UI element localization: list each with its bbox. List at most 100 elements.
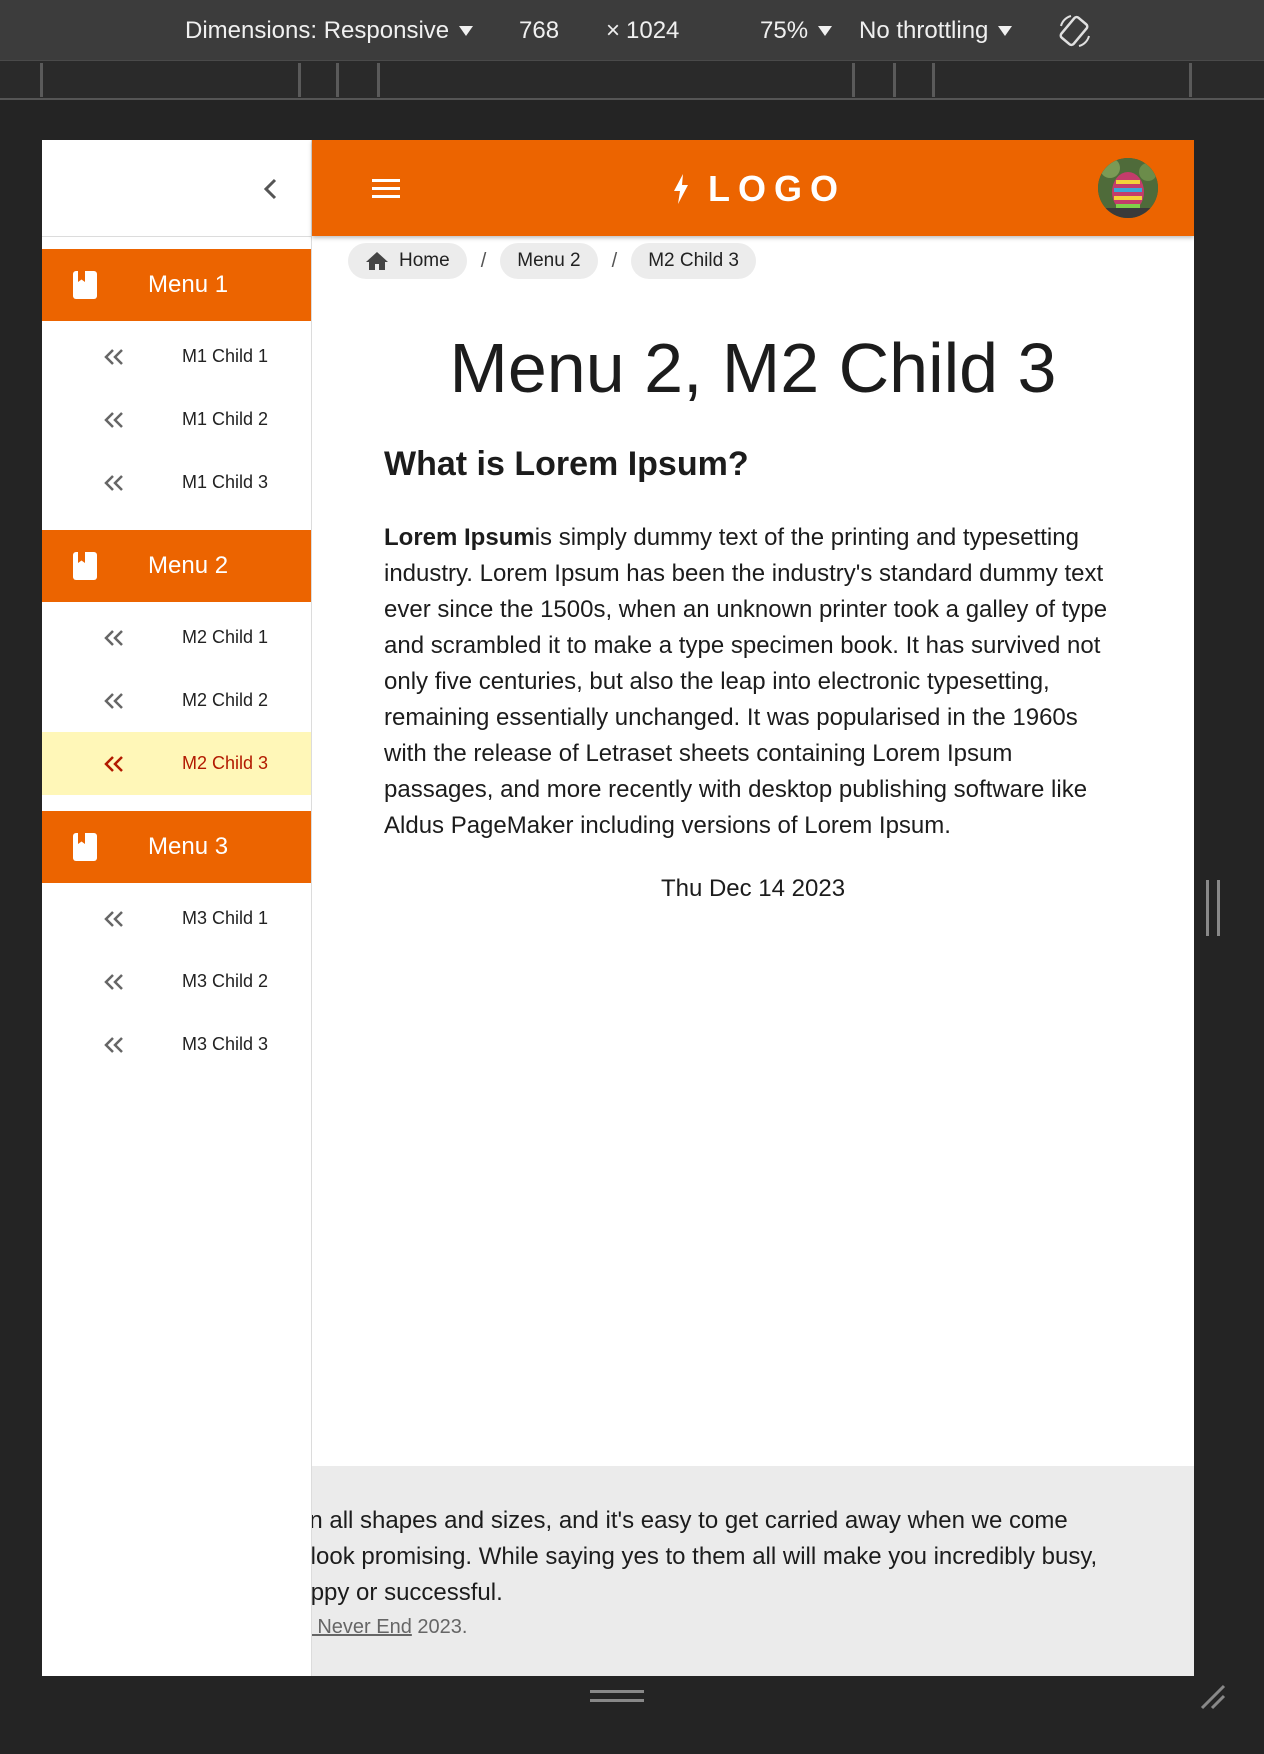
- throttling-label: No throttling: [859, 17, 989, 44]
- menu-child-label: M2 Child 3: [182, 753, 269, 773]
- menu-child-label: M1 Child 2: [182, 409, 269, 429]
- times-icon: ×: [606, 17, 621, 44]
- menu-label: Menu 3: [148, 833, 229, 860]
- bolt-icon: [674, 174, 688, 204]
- rotate-button[interactable]: [1057, 12, 1093, 50]
- menu-child-label: M3 Child 1: [182, 908, 269, 928]
- menu-child-label: M3 Child 2: [182, 971, 269, 991]
- zoom-dropdown[interactable]: 75%: [760, 17, 833, 45]
- corner-resize-icon[interactable]: [1196, 1680, 1228, 1712]
- section-heading: What is Lorem Ipsum?: [384, 445, 749, 483]
- double-chevron-left-icon: [104, 910, 123, 927]
- media-query-ruler: [0, 60, 1264, 100]
- breadcrumb-item-label: M2 Child 3: [648, 250, 740, 271]
- menu-group-2: Menu 2 M2 Child 1 M2 Child 2 M2 Child 3: [42, 530, 311, 799]
- paragraph-bold-lead: Lorem Ipsum: [384, 524, 535, 551]
- chevron-left-icon[interactable]: [260, 176, 282, 202]
- double-chevron-left-icon: [104, 755, 123, 772]
- menu-child-m3-3[interactable]: M3 Child 3: [42, 1013, 311, 1076]
- ruler-tick: [336, 63, 339, 97]
- caret-down-icon: [818, 26, 833, 36]
- double-chevron-left-icon: [104, 474, 123, 491]
- ruler-tick: [852, 63, 855, 97]
- menu-child-m1-2[interactable]: M1 Child 2: [42, 388, 311, 451]
- breadcrumb-separator: /: [611, 249, 618, 272]
- bookmark-book-icon: [72, 270, 98, 300]
- caret-down-icon: [998, 26, 1013, 36]
- menu-child-m1-3[interactable]: M1 Child 3: [42, 451, 311, 514]
- double-chevron-left-icon: [104, 692, 123, 709]
- footer-credit: am Never End 2023.: [312, 1616, 467, 1639]
- footer-line: e in all shapes and sizes, and it's easy…: [312, 1507, 1068, 1534]
- bookmark-book-icon: [72, 551, 98, 581]
- double-chevron-left-icon: [104, 348, 123, 365]
- ruler-tick: [377, 63, 380, 97]
- double-chevron-left-icon: [104, 629, 123, 646]
- menu-child-m2-1[interactable]: M2 Child 1: [42, 606, 311, 669]
- ruler-tick: [298, 63, 301, 97]
- throttling-dropdown[interactable]: No throttling: [859, 17, 1013, 45]
- width-value: 768: [519, 17, 560, 44]
- side-resize-handle[interactable]: [1206, 880, 1220, 936]
- breadcrumb-item-label: Menu 2: [517, 250, 581, 271]
- menu-header-3[interactable]: Menu 3: [42, 811, 311, 883]
- paragraph-text: is simply dummy text of the printing and…: [384, 524, 1108, 839]
- home-icon: [366, 252, 388, 270]
- menu-child-m3-2[interactable]: M3 Child 2: [42, 950, 311, 1013]
- date-text: Thu Dec 14 2023: [660, 875, 846, 902]
- user-avatar[interactable]: [1098, 158, 1158, 218]
- height-value: 1024: [626, 17, 680, 44]
- menu-child-m1-1[interactable]: M1 Child 1: [42, 325, 311, 388]
- double-chevron-left-icon: [104, 973, 123, 990]
- sidebar: Menu 1 M1 Child 1 M1 Child 2 M1 Child 3: [42, 140, 312, 1676]
- footer-credit-year: 2023.: [411, 1616, 468, 1638]
- footer: e in all shapes and sizes, and it's easy…: [312, 1466, 1194, 1676]
- menu-header-1[interactable]: Menu 1: [42, 249, 311, 321]
- device-viewport: Menu 1 M1 Child 1 M1 Child 2 M1 Child 3: [42, 140, 1194, 1676]
- hamburger-icon[interactable]: [372, 177, 400, 199]
- height-input[interactable]: × 1024: [606, 17, 679, 45]
- ruler-tick: [893, 63, 896, 97]
- menu-group-3: Menu 3 M3 Child 1 M3 Child 2 M3 Child 3: [42, 811, 311, 1080]
- logo-text: LOGO: [708, 168, 846, 209]
- width-input[interactable]: 768: [519, 17, 559, 45]
- breadcrumb: Home / Menu 2 / M2 Child 3: [348, 243, 757, 279]
- menu-label: Menu 1: [148, 271, 229, 298]
- devtools-toolbar: Dimensions: Responsive 768 × 1024 75% No…: [0, 0, 1264, 60]
- ruler-tick: [1189, 63, 1192, 97]
- breadcrumb-separator: /: [480, 249, 487, 272]
- caret-down-icon: [459, 26, 474, 36]
- ruler-tick: [932, 63, 935, 97]
- double-chevron-left-icon: [104, 1036, 123, 1053]
- menu-child-label: M2 Child 1: [182, 627, 269, 647]
- rotate-icon: [1059, 15, 1090, 47]
- double-chevron-left-icon: [104, 411, 123, 428]
- footer-line: happy or successful.: [312, 1579, 503, 1606]
- menu-group-1: Menu 1 M1 Child 1 M1 Child 2 M1 Child 3: [42, 249, 311, 518]
- breadcrumb-home-label: Home: [399, 250, 450, 271]
- breadcrumb-item-current[interactable]: M2 Child 3: [631, 243, 757, 279]
- zoom-label: 75%: [760, 17, 809, 44]
- menu-child-label: M2 Child 2: [182, 690, 269, 710]
- footer-line: at look promising. While saying yes to t…: [312, 1543, 1098, 1570]
- breadcrumb-home[interactable]: Home: [348, 243, 467, 279]
- menu-header-2[interactable]: Menu 2: [42, 530, 311, 602]
- breadcrumb-item[interactable]: Menu 2: [500, 243, 598, 279]
- dimensions-dropdown[interactable]: Dimensions: Responsive: [185, 17, 474, 45]
- logo[interactable]: LOGO: [672, 168, 846, 210]
- bottom-resize-handle[interactable]: [590, 1690, 644, 1702]
- menu-child-label: M1 Child 1: [182, 346, 269, 366]
- bookmark-book-icon: [72, 832, 98, 862]
- app-header: LOGO: [312, 140, 1194, 236]
- menu-child-m3-1[interactable]: M3 Child 1: [42, 887, 311, 950]
- body-paragraph: Lorem Ipsumis simply dummy text of the p…: [384, 520, 1124, 844]
- ruler-tick: [40, 63, 43, 97]
- menu-child-m2-3-active[interactable]: M2 Child 3: [42, 732, 311, 795]
- dimensions-label: Dimensions: Responsive: [185, 17, 450, 44]
- footer-quote: e in all shapes and sizes, and it's easy…: [312, 1503, 1144, 1611]
- page-title: Menu 2, M2 Child 3: [449, 329, 1057, 407]
- sidebar-header: [42, 140, 311, 237]
- menu-child-m2-2[interactable]: M2 Child 2: [42, 669, 311, 732]
- footer-credit-link[interactable]: am Never End: [312, 1616, 412, 1638]
- menu-child-label: M1 Child 3: [182, 472, 269, 492]
